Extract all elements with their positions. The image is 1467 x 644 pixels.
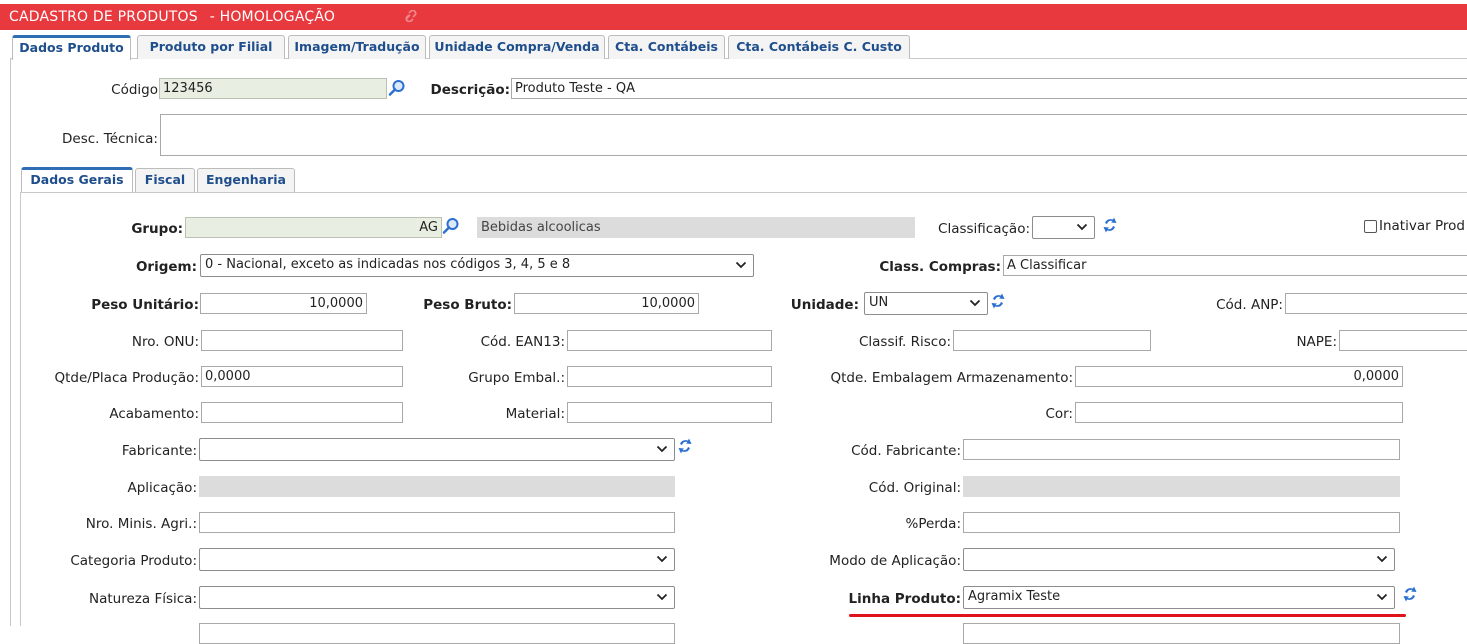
fabricante-select[interactable] — [199, 438, 675, 461]
refresh-icon[interactable] — [1401, 585, 1419, 603]
cod-anp-input[interactable] — [1285, 293, 1467, 314]
peso-unitario-input[interactable]: 10,0000 — [200, 293, 367, 314]
qtde-embalagem-label: Qtde. Embalagem Armazenamento: — [830, 370, 1073, 386]
peso-bruto-input[interactable]: 10,0000 — [514, 293, 699, 314]
next-row-input-right[interactable] — [963, 623, 1400, 644]
classif-risco-input[interactable] — [953, 330, 1151, 351]
grupo-embal-input[interactable] — [567, 366, 772, 387]
nro-minis-label: Nro. Minis. Agri.: — [85, 516, 197, 532]
fabricante-label: Fabricante: — [121, 443, 197, 459]
origem-select[interactable]: 0 - Nacional, exceto as indicadas nos có… — [200, 254, 754, 277]
nape-input[interactable] — [1339, 330, 1467, 351]
classificacao-label: Classificação: — [938, 221, 1030, 237]
classificacao-select[interactable] — [1032, 216, 1095, 239]
refresh-icon[interactable] — [676, 437, 694, 455]
tab-fiscal[interactable]: Fiscal — [135, 168, 195, 192]
grupo-code-input[interactable]: AG — [185, 217, 442, 238]
qtde-placa-label: Qtde/Placa Produção: — [54, 370, 199, 386]
descricao-label: Descrição: — [430, 82, 510, 98]
cor-input[interactable] — [1075, 402, 1403, 423]
perda-label: %Perda: — [905, 516, 962, 532]
qtde-embalagem-input[interactable]: 0,0000 — [1075, 366, 1403, 387]
cor-label: Cor: — [1045, 406, 1073, 422]
grupo-description: Bebidas alcoolicas — [477, 217, 915, 238]
chevron-down-icon — [656, 555, 668, 563]
refresh-icon[interactable] — [1101, 216, 1119, 234]
page-title-main: Cadastro de Produtos — [9, 9, 198, 25]
tab-cta-contabeis[interactable]: Cta. Contábeis — [608, 35, 725, 59]
natureza-select[interactable] — [199, 586, 675, 609]
qtde-placa-input[interactable]: 0,0000 — [201, 366, 403, 387]
categoria-select[interactable] — [199, 548, 675, 571]
cod-anp-label: Cód. ANP: — [1216, 297, 1283, 313]
tab-dados-gerais[interactable]: Dados Gerais — [21, 167, 133, 192]
inativar-label: Inativar Prod — [1379, 218, 1465, 234]
modo-aplicacao-select[interactable] — [963, 548, 1395, 571]
cod-fabricante-label: Cód. Fabricante: — [851, 443, 961, 459]
search-icon[interactable] — [442, 217, 460, 235]
cod-ean13-input[interactable] — [567, 330, 772, 351]
next-row-input-left[interactable] — [199, 623, 675, 644]
origem-label: Origem: — [135, 259, 197, 275]
chevron-down-icon — [656, 445, 668, 453]
page-title: Cadastro de Produtos - Homologação — [9, 4, 335, 29]
refresh-icon[interactable] — [989, 292, 1007, 310]
grupo-embal-label: Grupo Embal.: — [468, 370, 565, 386]
link-icon — [405, 10, 417, 22]
class-compras-label: Class. Compras: — [879, 259, 1001, 275]
chevron-down-icon — [1376, 593, 1388, 601]
nro-onu-label: Nro. ONU: — [131, 334, 199, 350]
tab-produto-por-filial[interactable]: Produto por Filial — [137, 35, 285, 59]
desc-tecnica-textarea[interactable] — [160, 114, 1467, 156]
aplicacao-label: Aplicação: — [127, 480, 197, 496]
tab-engenharia[interactable]: Engenharia — [197, 168, 295, 192]
linha-produto-label: Linha Produto: — [848, 591, 962, 607]
desc-tecnica-label: Desc. Técnica: — [62, 131, 158, 147]
peso-unitario-label: Peso Unitário: — [91, 297, 199, 313]
cod-original-label: Cód. Original: — [868, 480, 961, 496]
cod-original-input — [963, 476, 1400, 497]
search-icon[interactable] — [388, 79, 406, 97]
material-label: Material: — [505, 406, 565, 422]
acabamento-label: Acabamento: — [109, 406, 199, 422]
chevron-down-icon — [1376, 555, 1388, 563]
tab-unidade-compra-venda[interactable]: Unidade Compra/Venda — [429, 35, 605, 59]
linha-produto-select[interactable]: Agramix Teste — [963, 586, 1395, 609]
cod-ean13-label: Cód. EAN13: — [480, 334, 565, 350]
tab-imagem-traducao[interactable]: Imagem/Tradução — [288, 35, 426, 59]
acabamento-input[interactable] — [201, 402, 403, 423]
chevron-down-icon — [735, 261, 747, 269]
nro-minis-input[interactable] — [199, 512, 675, 533]
aplicacao-input — [199, 476, 675, 497]
tab-dados-produto[interactable]: Dados Produto — [12, 35, 131, 60]
nape-label: NAPE: — [1296, 334, 1337, 350]
categoria-label: Categoria Produto: — [70, 553, 197, 569]
chevron-down-icon — [969, 299, 981, 307]
linha-produto-highlight-underline — [849, 614, 1406, 617]
tab-cta-contabeis-c-custo[interactable]: Cta. Contábeis C. Custo — [728, 35, 910, 59]
page-title-env: - Homologação — [209, 9, 336, 25]
nro-onu-input[interactable] — [201, 330, 403, 351]
unidade-label: Unidade: — [790, 297, 859, 313]
perda-input[interactable] — [963, 512, 1400, 533]
codigo-label: Código — [111, 82, 158, 98]
class-compras-input[interactable]: A Classificar — [1003, 255, 1467, 276]
unidade-select[interactable]: UN — [864, 292, 988, 315]
chevron-down-icon — [656, 593, 668, 601]
natureza-label: Natureza Física: — [89, 591, 197, 607]
inativar-checkbox[interactable] — [1364, 220, 1377, 233]
material-input[interactable] — [567, 402, 772, 423]
descricao-input[interactable]: Produto Teste - QA — [511, 78, 1467, 99]
modo-aplicacao-label: Modo de Aplicação: — [829, 553, 961, 569]
chevron-down-icon — [1076, 223, 1088, 231]
codigo-input[interactable]: 123456 — [159, 78, 387, 99]
classif-risco-label: Classif. Risco: — [858, 334, 951, 350]
peso-bruto-label: Peso Bruto: — [423, 297, 512, 313]
cod-fabricante-input[interactable] — [963, 439, 1400, 460]
grupo-label: Grupo: — [131, 221, 183, 237]
